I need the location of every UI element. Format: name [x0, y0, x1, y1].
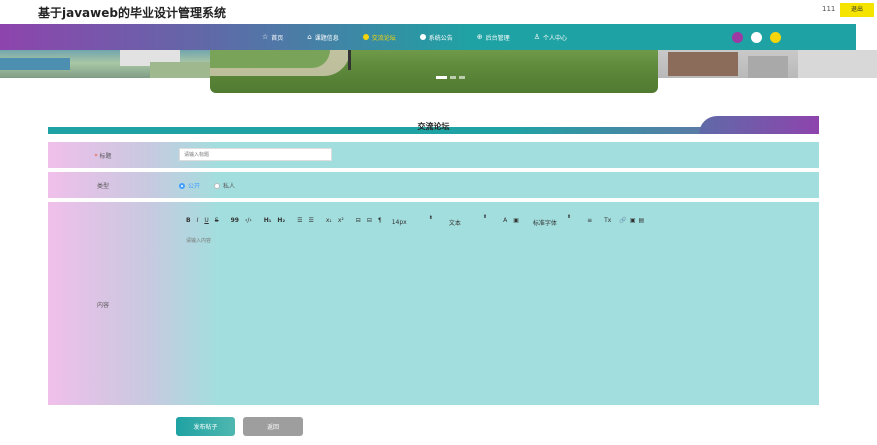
- h1-button[interactable]: H₁: [264, 217, 272, 224]
- nav-label: 交流论坛: [371, 34, 396, 42]
- h2-button[interactable]: H₂: [277, 217, 285, 224]
- editor-toolbar: B I U S 99 ‹/› H₁ H₂ ☰ ☰ x₁ x² ⊟ ⊟ ¶ 14p…: [186, 214, 650, 227]
- nav-label: 后台管理: [485, 34, 510, 42]
- title-row: * 标题: [48, 142, 819, 168]
- site-title: 基于javaweb的毕业设计管理系统: [38, 6, 226, 20]
- nav-item-announcements[interactable]: 系统公告: [419, 33, 453, 42]
- theme-switcher: [732, 32, 781, 43]
- star-icon: ☆: [262, 33, 269, 41]
- cancel-button[interactable]: 返回: [243, 417, 303, 436]
- superscript-button[interactable]: x²: [338, 217, 344, 224]
- content-row: 内容 B I U S 99 ‹/› H₁ H₂ ☰ ☰ x₁ x² ⊟ ⊟ ¶ …: [48, 202, 819, 405]
- subscript-button[interactable]: x₁: [326, 217, 332, 224]
- content-editor[interactable]: 请输入内容: [186, 237, 211, 244]
- image-icon[interactable]: ▣: [630, 217, 636, 224]
- title-input[interactable]: [179, 148, 332, 161]
- nav-label: 系统公告: [428, 34, 453, 42]
- clear-format-icon[interactable]: Tx: [604, 217, 611, 224]
- carousel-dot[interactable]: [450, 76, 456, 79]
- type-option-label: 公开: [188, 183, 201, 190]
- indent-icon[interactable]: ⊟: [367, 217, 372, 224]
- outdent-icon[interactable]: ⊟: [356, 217, 361, 224]
- strike-button[interactable]: S: [215, 217, 219, 224]
- type-radio-group: 公开 私人: [179, 181, 249, 190]
- font-color-icon[interactable]: A: [503, 217, 507, 224]
- user-icon: ♙: [533, 33, 540, 41]
- nav-label: 首页: [271, 34, 284, 42]
- align-icon[interactable]: ≡: [587, 217, 592, 224]
- theme-white-button[interactable]: [751, 32, 762, 43]
- video-icon[interactable]: ▤: [639, 217, 645, 224]
- username: 111: [822, 5, 836, 13]
- type-option-label: 私人: [223, 183, 236, 190]
- nav-menu: ☆ 首页 ⌂ 课题信息 交流论坛 系统公告 ⊕ 后台管理 ♙ 个人中心: [262, 24, 591, 50]
- carousel-indicators: [436, 76, 465, 79]
- font-size-select[interactable]: 14px ⬍: [392, 215, 433, 226]
- ordered-list-icon[interactable]: ☰: [297, 217, 302, 224]
- carousel-dot[interactable]: [459, 76, 465, 79]
- section-title: 交流论坛: [417, 122, 450, 131]
- link-icon[interactable]: 🔗: [619, 217, 626, 224]
- nav-item-topics[interactable]: ⌂ 课题信息: [307, 33, 338, 42]
- dashboard-icon: ⊕: [476, 33, 483, 41]
- dot-icon: [362, 34, 369, 40]
- section-header: 交流论坛: [48, 116, 819, 138]
- type-radio-private[interactable]: [214, 182, 221, 189]
- nav-item-profile[interactable]: ♙ 个人中心: [534, 33, 567, 42]
- nav-bar: ☆ 首页 ⌂ 课题信息 交流论坛 系统公告 ⊕ 后台管理 ♙ 个人中心: [0, 24, 856, 50]
- banner-image-right: [658, 50, 877, 78]
- nav-label: 个人中心: [542, 34, 567, 42]
- top-bar: 基于javaweb的毕业设计管理系统 111 退出: [0, 0, 877, 24]
- type-radio-public[interactable]: [179, 182, 185, 189]
- type-row: 类型 公开 私人: [48, 172, 819, 198]
- nav-label: 课题信息: [314, 34, 339, 42]
- background-color-icon[interactable]: ▣: [513, 217, 519, 224]
- banner-carousel: [210, 50, 658, 93]
- header-select[interactable]: 文本 ⬍: [449, 214, 487, 227]
- content-label: 内容: [96, 302, 109, 309]
- code-button[interactable]: ‹/›: [245, 217, 252, 224]
- underline-button[interactable]: U: [204, 217, 208, 224]
- submit-post-button[interactable]: 发布帖子: [176, 417, 235, 436]
- title-label: * 标题: [94, 153, 112, 160]
- bullet-list-icon[interactable]: ☰: [308, 217, 313, 224]
- bold-button[interactable]: B: [186, 217, 191, 224]
- dot-icon: [419, 34, 426, 40]
- theme-yellow-button[interactable]: [770, 32, 781, 43]
- nav-item-forum[interactable]: 交流论坛: [362, 33, 396, 42]
- nav-item-admin[interactable]: ⊕ 后台管理: [477, 33, 510, 42]
- carousel-dot[interactable]: [436, 76, 447, 79]
- font-family-select[interactable]: 标准字体 ⬍: [533, 214, 571, 227]
- nav-item-home[interactable]: ☆ 首页: [262, 33, 283, 42]
- quote-button[interactable]: 99: [231, 217, 239, 224]
- type-label: 类型: [96, 183, 109, 190]
- text-direction-icon[interactable]: ¶: [378, 217, 382, 224]
- italic-button[interactable]: I: [197, 217, 199, 224]
- theme-purple-button[interactable]: [732, 32, 743, 43]
- lock-icon: ⌂: [307, 33, 312, 41]
- logout-button[interactable]: 退出: [840, 3, 874, 17]
